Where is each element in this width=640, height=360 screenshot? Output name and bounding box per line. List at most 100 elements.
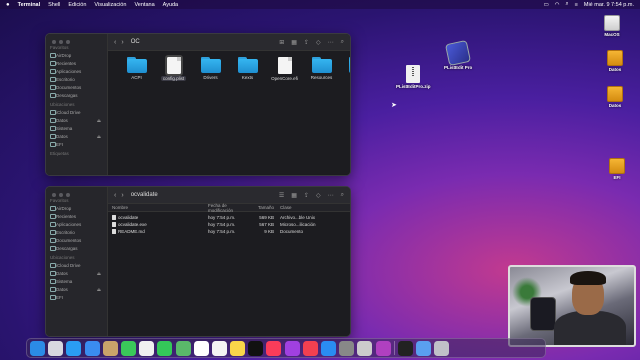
dock-launchpad-icon[interactable] [48, 340, 64, 356]
more-icon[interactable]: ⋯ [328, 39, 334, 46]
eject-icon[interactable]: ⏏ [97, 287, 101, 293]
share-icon[interactable]: ⇪ [304, 39, 309, 46]
view-list-icon[interactable]: ☰ [279, 192, 284, 199]
eject-icon[interactable]: ⏏ [97, 271, 101, 277]
desktop-icon-plisteditpro-zip[interactable]: PListEditPro.zip [396, 65, 431, 89]
dock-news-icon[interactable] [302, 340, 318, 356]
sidebar-item[interactable]: iCloud Drive [46, 261, 107, 269]
back-icon[interactable]: ‹ [114, 39, 116, 46]
sidebar-item[interactable]: EFI [46, 140, 107, 148]
dock-mail-icon[interactable] [84, 340, 100, 356]
sidebar-item[interactable]: EFI [46, 293, 107, 301]
eject-icon[interactable]: ⏏ [97, 118, 101, 124]
column-name[interactable]: Nombre [108, 205, 208, 210]
search-icon[interactable]: ⌕ [341, 192, 344, 199]
sidebar-item[interactable]: AirDrop [46, 51, 107, 59]
minimize-button[interactable] [59, 193, 63, 197]
dock-reminders-icon[interactable] [211, 340, 227, 356]
zoom-button[interactable] [66, 40, 70, 44]
dock-downloads-icon[interactable] [416, 340, 432, 356]
desktop-icon-datos-1[interactable]: Datos [607, 50, 623, 72]
dock-ventura-icon[interactable] [375, 340, 391, 356]
desktop-icon-datos-2[interactable]: Datos [607, 86, 623, 108]
dock-calendar-icon[interactable] [193, 340, 209, 356]
table-row[interactable]: README.md hoy 7:54 p.m. 9 KB Documento [108, 228, 350, 235]
dock-finder-icon[interactable] [30, 340, 45, 356]
sidebar-item[interactable]: iCloud Drive [46, 108, 107, 116]
sidebar-item[interactable]: AirDrop [46, 204, 107, 212]
menu-shell[interactable]: Shell [48, 2, 60, 8]
file-item[interactable]: ACPI [118, 57, 155, 81]
file-item[interactable]: config.plist [155, 55, 192, 81]
sidebar-item[interactable]: Documentos [46, 83, 107, 91]
close-button[interactable] [52, 40, 56, 44]
control-center-icon[interactable]: ≡ [575, 2, 578, 8]
column-size[interactable]: Tamaño [250, 205, 280, 210]
dock-podcasts-icon[interactable] [284, 340, 300, 356]
view-grid-icon[interactable]: ⊞ [279, 39, 284, 46]
menu-visualizacion[interactable]: Visualización [94, 2, 126, 8]
menu-terminal[interactable]: Terminal [18, 2, 41, 8]
menu-edicion[interactable]: Edición [68, 2, 86, 8]
file-item[interactable]: Tools [340, 57, 350, 81]
sidebar-item[interactable]: Recientes [46, 212, 107, 220]
column-date[interactable]: Fecha de modificación [208, 203, 250, 213]
apple-menu-icon[interactable]: ● [6, 2, 10, 8]
tag-icon[interactable]: ◇ [316, 192, 321, 199]
sidebar-item[interactable]: Escritorio [46, 75, 107, 83]
clock[interactable]: Mié mar. 9 7:54 p.m. [584, 2, 634, 8]
sidebar-item[interactable]: Aplicaciones [46, 220, 107, 228]
dock-notes-icon[interactable] [230, 340, 246, 356]
sidebar-item[interactable]: Documentos [46, 236, 107, 244]
file-item[interactable]: Resources [303, 57, 340, 81]
sidebar-item[interactable]: Descargas [46, 244, 107, 252]
search-icon[interactable]: ⌕ [341, 39, 344, 46]
close-button[interactable] [52, 193, 56, 197]
table-row[interactable]: ocvalidate.exe hoy 7:54 p.m. 567 KB Microso… [108, 221, 350, 228]
sidebar-item[interactable]: Recientes [46, 59, 107, 67]
file-item[interactable]: OpenCore.efi [266, 57, 303, 81]
dock-maps-icon[interactable] [175, 340, 191, 356]
group-icon[interactable]: ▦ [291, 192, 297, 199]
zoom-button[interactable] [66, 193, 70, 197]
tag-icon[interactable]: ◇ [316, 39, 321, 46]
dock-tv-icon[interactable] [248, 340, 264, 356]
dock-terminal-icon[interactable] [397, 340, 413, 356]
sidebar-item[interactable]: Sistema [46, 124, 107, 132]
desktop-icon-plisteditpro-app[interactable]: PListEdit Pro [444, 39, 472, 70]
eject-icon[interactable]: ⏏ [97, 134, 101, 140]
wifi-icon[interactable]: ◠ [555, 2, 560, 8]
back-icon[interactable]: ‹ [114, 192, 116, 199]
menu-ventana[interactable]: Ventana [134, 2, 154, 8]
group-icon[interactable]: ▦ [291, 39, 297, 46]
sidebar-item[interactable]: Datos ⏏ [46, 269, 107, 277]
dock-photos-icon[interactable] [139, 340, 155, 356]
sidebar-item[interactable]: Datos ⏏ [46, 116, 107, 124]
share-icon[interactable]: ⇪ [304, 192, 309, 199]
dock-preview-icon[interactable] [357, 340, 373, 356]
sidebar-item[interactable]: Sistema [46, 277, 107, 285]
dock-safari-icon[interactable] [66, 340, 82, 356]
forward-icon[interactable]: › [121, 39, 123, 46]
search-icon[interactable]: ⌕ [566, 1, 569, 8]
dock-facetime-icon[interactable] [157, 340, 173, 356]
file-item[interactable]: Kexts [229, 57, 266, 81]
forward-icon[interactable]: › [121, 192, 123, 199]
dock-trash-icon[interactable] [434, 340, 450, 356]
dock-music-icon[interactable] [266, 340, 282, 356]
sidebar-item[interactable]: Aplicaciones [46, 67, 107, 75]
battery-icon[interactable]: ▭ [544, 2, 549, 8]
dock-app-store-icon[interactable] [321, 340, 336, 356]
dock-messages-icon[interactable] [120, 340, 136, 356]
column-kind[interactable]: Clase [280, 205, 320, 210]
more-icon[interactable]: ⋯ [328, 192, 334, 199]
minimize-button[interactable] [59, 40, 63, 44]
menu-ayuda[interactable]: Ayuda [163, 2, 179, 8]
desktop-icon-macos[interactable]: MacOS [604, 15, 620, 37]
sidebar-item[interactable]: Descargas [46, 91, 107, 99]
dock-system-preferences-icon[interactable] [339, 340, 355, 356]
dock-contacts-icon[interactable] [102, 340, 118, 356]
sidebar-item[interactable]: Datos ⏏ [46, 132, 107, 140]
sidebar-item[interactable]: Datos ⏏ [46, 285, 107, 293]
sidebar-item[interactable]: Escritorio [46, 228, 107, 236]
